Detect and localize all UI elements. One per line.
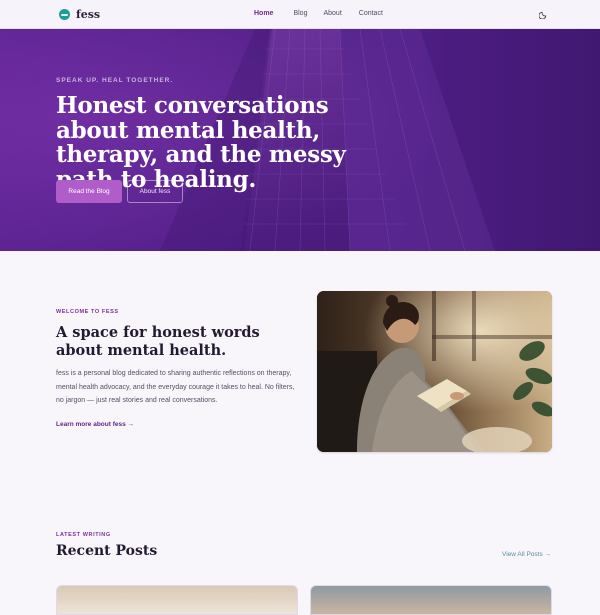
nav-link-about[interactable]: About [323, 10, 341, 17]
about-fess-button[interactable]: About fess [127, 180, 183, 203]
about-body: fess is a personal blog dedicated to sha… [56, 370, 295, 404]
view-all-posts-link[interactable]: View All Posts → [502, 551, 551, 558]
posts-title: Recent Posts [56, 543, 158, 559]
photo-illustration [317, 291, 552, 452]
posts-eyebrow: LATEST WRITING [56, 532, 111, 538]
about-eyebrow: WELCOME TO FESS [56, 309, 119, 315]
learn-more-link[interactable]: Learn more about fess → [56, 421, 134, 428]
nav-link-contact[interactable]: Contact [359, 10, 383, 17]
nav-link-home[interactable]: Home [254, 10, 273, 17]
logo-icon [59, 9, 70, 20]
post-card[interactable] [56, 585, 298, 615]
nav-links: Home Blog About Contact [254, 10, 383, 17]
hero-eyebrow: SPEAK UP. HEAL TOGETHER. [56, 77, 174, 84]
nav-link-blog[interactable]: Blog [293, 10, 307, 17]
hero-title: Honest conversations about mental health… [56, 92, 346, 193]
top-navbar: fess Home Blog About Contact [0, 0, 600, 29]
about-title: A space for honest words about mental he… [56, 324, 260, 359]
brand-name: fess [76, 8, 101, 21]
read-blog-button[interactable]: Read the Blog [56, 180, 122, 203]
post-card[interactable] [310, 585, 552, 615]
moon-icon[interactable] [539, 10, 548, 19]
brand-logo[interactable]: fess [59, 8, 100, 21]
hero-banner: SPEAK UP. HEAL TOGETHER. Honest conversa… [0, 29, 600, 251]
reading-woman-photo [317, 291, 552, 452]
